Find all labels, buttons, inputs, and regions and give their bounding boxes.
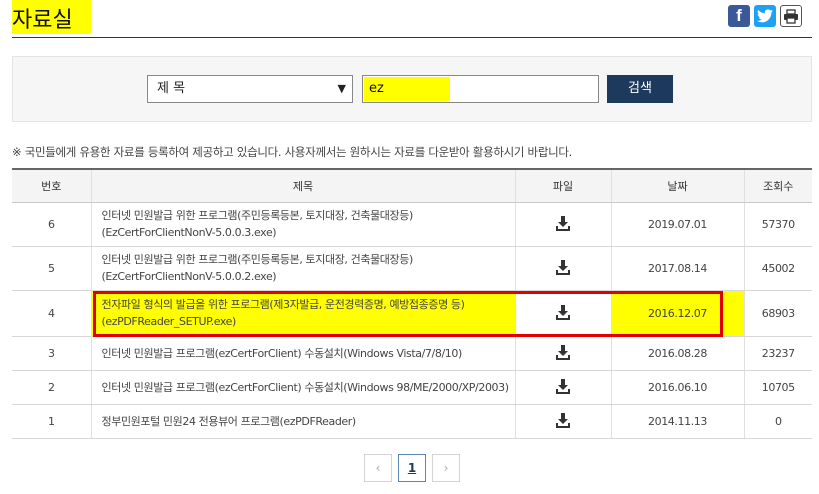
table-row: 4 전자파일 형식의 발급을 위한 프로그램(제3자발급, 운전경력증명, 예방접… [12,290,812,337]
row-date: 2016.12.07 [610,290,744,337]
row-title-link[interactable]: 전자파일 형식의 발급을 위한 프로그램(제3자발급, 운전경력증명, 예방접종… [102,296,515,313]
resource-table: 번호 제목 파일 날짜 조회수 6 인터넷 민원발급 위한 프로그램(주민등록등본… [12,168,812,439]
page-title: 자료실 [12,8,73,33]
row-title-link[interactable]: 인터넷 민원발급 위한 프로그램(주민등록등본, 토지대장, 건축물대장등) [102,251,515,268]
search-field-select[interactable]: 제 목 ▼ [147,75,353,103]
twitter-icon [757,9,773,23]
row-download-cell[interactable] [514,202,611,247]
search-input-value: ez [369,81,384,96]
pagination-next-button[interactable]: › [432,454,460,482]
notice-text: ※ 국민들에게 유용한 자료를 등록하여 제공하고 있습니다. 사용자께서는 원… [12,145,573,159]
row-number: 5 [12,246,91,291]
row-number: 3 [12,336,91,371]
download-icon[interactable] [554,411,572,429]
row-title-link[interactable]: 인터넷 민원발급 프로그램(ezCertForClient) 수동설치(Wind… [102,345,515,362]
row-number: 6 [12,202,91,247]
facebook-icon: f [736,6,742,25]
header-title: 제목 [90,168,515,203]
header-number: 번호 [12,168,91,203]
page-title-block: 자료실 [12,0,91,34]
table-header-row: 번호 제목 파일 날짜 조회수 [12,168,812,203]
row-title-link[interactable]: 정부민원포털 민원24 전용뷰어 프로그램(ezPDFReader) [102,413,515,430]
table-row: 1 정부민원포털 민원24 전용뷰어 프로그램(ezPDFReader) 2014.… [12,404,812,439]
header-date: 날짜 [610,168,744,203]
row-views: 23237 [743,336,812,371]
download-icon[interactable] [554,258,572,276]
download-icon[interactable] [554,343,572,361]
row-date: 2017.08.14 [610,246,744,291]
header-file: 파일 [514,168,611,203]
row-download-cell[interactable] [514,370,611,405]
row-number: 1 [12,404,91,439]
row-date: 2016.06.10 [610,370,744,405]
row-file-name: (EzCertForClientNonV-5.0.0.2.exe) [101,270,277,283]
row-date: 2019.07.01 [610,202,744,247]
row-views: 68903 [743,290,812,337]
search-field-value: 제 목 [157,81,186,96]
row-download-cell[interactable] [514,336,611,371]
table-row: 3 인터넷 민원발급 프로그램(ezCertForClient) 수동설치(Win… [12,336,812,371]
search-input[interactable]: ez [362,75,599,103]
row-title-cell[interactable]: 인터넷 민원발급 위한 프로그램(주민등록등본, 토지대장, 건축물대장등) (E… [90,246,515,291]
facebook-share-button[interactable]: f [728,5,750,27]
row-views: 45002 [743,246,812,291]
download-icon[interactable] [554,214,572,232]
pagination-prev-button[interactable]: ‹ [364,454,392,482]
print-button[interactable] [780,5,802,27]
download-icon[interactable] [554,303,572,321]
row-download-cell[interactable] [514,404,611,439]
twitter-share-button[interactable] [754,5,776,27]
row-download-cell[interactable] [514,246,611,291]
row-number: 4 [12,290,91,337]
row-title-cell[interactable]: 정부민원포털 민원24 전용뷰어 프로그램(ezPDFReader) [90,404,515,439]
row-download-cell[interactable] [514,290,611,337]
row-title-cell[interactable]: 인터넷 민원발급 프로그램(ezCertForClient) 수동설치(Wind… [90,370,515,405]
download-icon[interactable] [554,377,572,395]
row-title-cell[interactable]: 전자파일 형식의 발급을 위한 프로그램(제3자발급, 운전경력증명, 예방접종… [90,290,515,337]
header-views: 조회수 [743,168,812,203]
row-file-name: (ezPDFReader_SETUP.exe) [101,315,237,328]
table-row: 6 인터넷 민원발급 위한 프로그램(주민등록등본, 토지대장, 건축물대장등) (… [12,202,812,247]
print-icon [784,8,798,24]
row-title-cell[interactable]: 인터넷 민원발급 위한 프로그램(주민등록등본, 토지대장, 건축물대장등) (E… [90,202,515,247]
row-date: 2016.08.28 [610,336,744,371]
chevron-down-icon: ▼ [337,82,346,95]
row-title-link[interactable]: 인터넷 민원발급 프로그램(ezCertForClient) 수동설치(Wind… [102,379,515,396]
row-views: 0 [743,404,812,439]
table-row: 2 인터넷 민원발급 프로그램(ezCertForClient) 수동설치(Win… [12,370,812,405]
row-title-cell[interactable]: 인터넷 민원발급 프로그램(ezCertForClient) 수동설치(Wind… [90,336,515,371]
pagination-page-button[interactable]: 1 [398,454,426,482]
title-divider [12,37,812,38]
search-button[interactable]: 검색 [607,75,673,103]
row-date: 2014.11.13 [610,404,744,439]
row-views: 10705 [743,370,812,405]
row-file-name: (EzCertForClientNonV-5.0.0.3.exe) [101,226,277,239]
row-title-link[interactable]: 인터넷 민원발급 위한 프로그램(주민등록등본, 토지대장, 건축물대장등) [102,207,515,224]
row-views: 57370 [743,202,812,247]
table-row: 5 인터넷 민원발급 위한 프로그램(주민등록등본, 토지대장, 건축물대장등) (… [12,246,812,291]
row-number: 2 [12,370,91,405]
